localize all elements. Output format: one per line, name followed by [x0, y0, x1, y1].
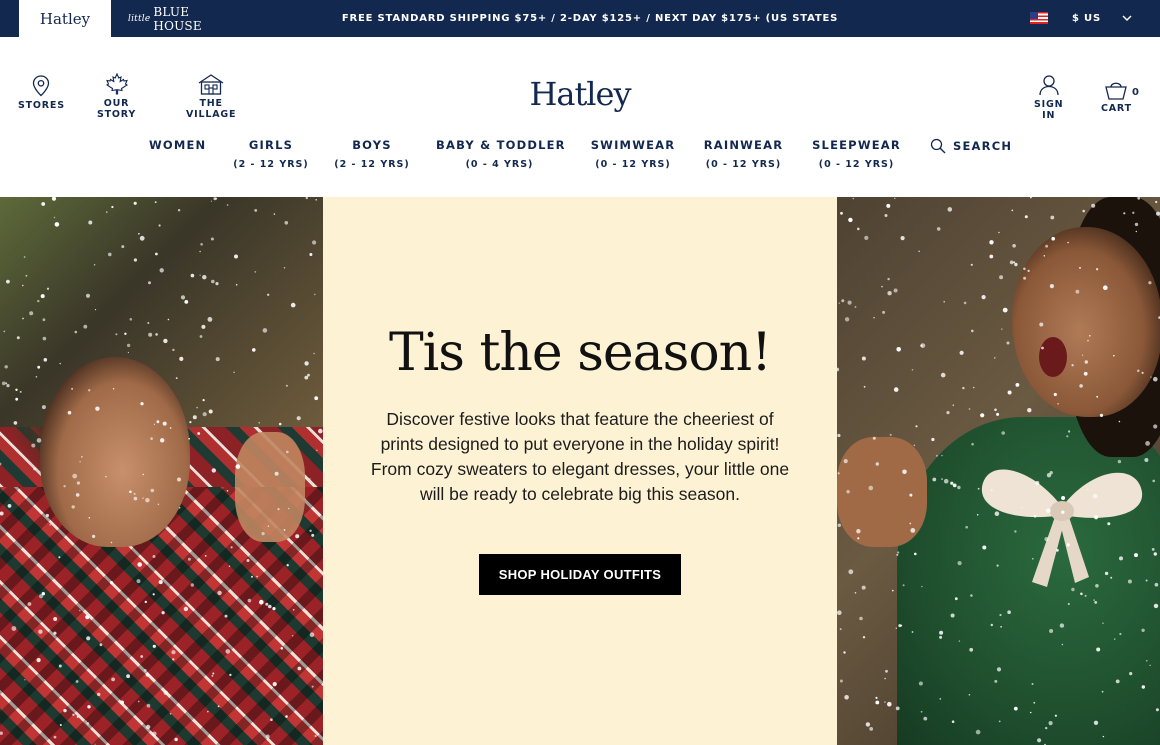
hero-headline: Tis the season! — [388, 323, 772, 383]
holiday-hero-banner: Tis the season! Discover festive looks t… — [0, 197, 1160, 745]
nav-baby-toddler[interactable]: BABY & TODDLER (0 - 4 YRS) — [436, 138, 566, 170]
nav-women[interactable]: WOMEN — [149, 138, 206, 152]
sign-in-label: SIGN IN — [1034, 99, 1064, 121]
us-flag-icon[interactable] — [1030, 12, 1048, 24]
nav-women-label: WOMEN — [149, 138, 207, 152]
nav-girls-label: GIRLS — [248, 138, 294, 152]
site-logo[interactable]: Hatley — [0, 75, 1160, 113]
hero-body-copy: Discover festive looks that feature the … — [370, 409, 790, 504]
nav-swimwear-age: (0 - 12 YRS) — [595, 159, 671, 170]
bow-graphic — [981, 469, 1143, 587]
brand-tab-little-blue-house[interactable]: little BLUE HOUSE — [128, 0, 228, 37]
nav-girls[interactable]: GIRLS (2 - 12 YRS) — [233, 138, 309, 170]
nav-boys-label: BOYS — [352, 138, 392, 152]
search-label: SEARCH — [953, 139, 1013, 153]
nav-boys-age: (2 - 12 YRS) — [334, 159, 410, 170]
nav-swimwear[interactable]: SWIMWEAR (0 - 12 YRS) — [590, 138, 676, 170]
cart-basket-icon — [1105, 82, 1128, 100]
nav-baby-toddler-label: BABY & TODDLER — [436, 138, 566, 152]
nav-sleepwear[interactable]: SLEEPWEAR (0 - 12 YRS) — [811, 138, 902, 170]
cart-label: CART — [1101, 103, 1132, 114]
brand-tab-little-label: little — [128, 13, 151, 24]
promo-bar: Hatley little BLUE HOUSE FREE STANDARD S… — [0, 0, 1160, 61]
cart-count-badge: 0 — [1132, 87, 1139, 98]
brand-tab-hatley[interactable]: Hatley — [19, 0, 111, 37]
search-button[interactable]: SEARCH — [930, 138, 1012, 154]
search-icon — [930, 138, 946, 154]
nav-rainwear-label: RAINWEAR — [703, 138, 784, 152]
sign-in-link[interactable]: SIGN IN — [1034, 74, 1063, 121]
nav-sleepwear-age: (0 - 12 YRS) — [818, 159, 895, 170]
chevron-down-icon[interactable] — [1121, 12, 1133, 24]
nav-rainwear-age: (0 - 12 YRS) — [705, 159, 782, 170]
nav-rainwear[interactable]: RAINWEAR (0 - 12 YRS) — [702, 138, 785, 170]
nav-sleepwear-label: SLEEPWEAR — [812, 138, 901, 152]
nav-swimwear-label: SWIMWEAR — [590, 138, 676, 152]
nav-boys[interactable]: BOYS (2 - 12 YRS) — [334, 138, 410, 170]
hero-image-girl-green-sweater[interactable] — [837, 197, 1160, 745]
currency-selector[interactable]: $ US — [1072, 0, 1101, 37]
nav-baby-toddler-age: (0 - 4 YRS) — [465, 159, 534, 170]
site-header: STORES OUR STORY THE VILLAGE Hatley SIGN… — [0, 37, 1160, 197]
nav-girls-age: (2 - 12 YRS) — [233, 159, 309, 170]
shipping-promo-text: FREE STANDARD SHIPPING $75+ / 2-DAY $125… — [341, 13, 839, 61]
hero-text-panel: Tis the season! Discover festive looks t… — [323, 197, 837, 745]
brand-tab-blue-house-label: BLUE HOUSE — [153, 4, 202, 33]
shop-holiday-outfits-button[interactable]: SHOP HOLIDAY OUTFITS — [479, 554, 681, 595]
user-icon — [1039, 75, 1059, 96]
brand-tab-hatley-label: Hatley — [39, 9, 91, 28]
hero-image-girl-plaid[interactable] — [0, 197, 323, 745]
cart-link[interactable]: CART — [1101, 80, 1132, 114]
